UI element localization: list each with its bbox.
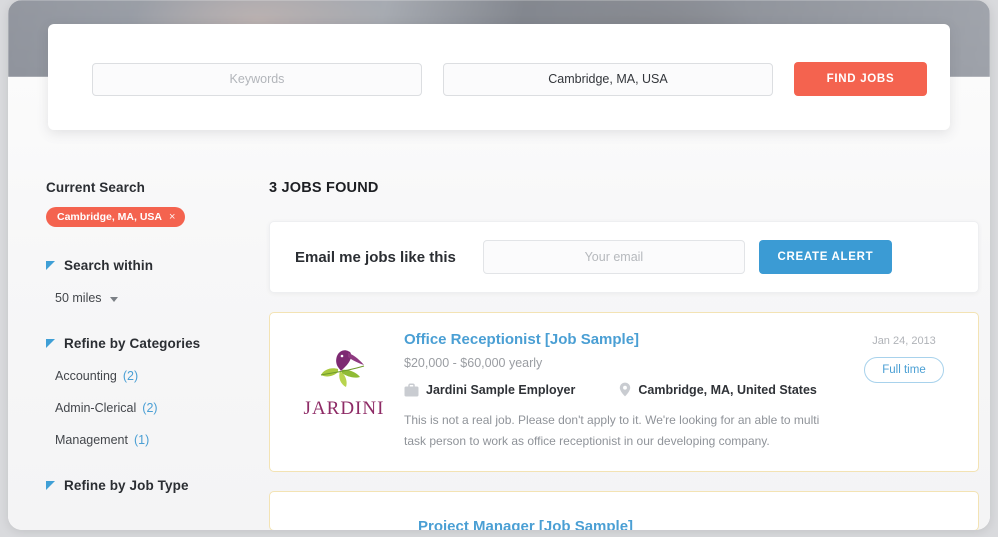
search-within-distance-value: 50 miles bbox=[55, 291, 102, 305]
current-search-tag-label: Cambridge, MA, USA bbox=[57, 211, 163, 223]
search-within-section: Search within 50 miles bbox=[46, 258, 251, 305]
job-description: This is not a real job. Please don't app… bbox=[404, 413, 820, 448]
job-posted-date: Jan 24, 2013 bbox=[872, 335, 936, 347]
job-location: Cambridge, MA, United States bbox=[619, 382, 817, 397]
category-count: (2) bbox=[122, 369, 139, 383]
map-pin-icon bbox=[620, 382, 631, 397]
triangle-collapse-icon[interactable] bbox=[46, 261, 55, 270]
job-meta-row: Jardini Sample Employer Cambridge, MA, U… bbox=[404, 382, 958, 397]
job-employer-name: Jardini Sample Employer bbox=[426, 382, 576, 397]
search-within-header[interactable]: Search within bbox=[46, 258, 251, 273]
triangle-collapse-icon[interactable] bbox=[46, 481, 55, 490]
page-title: 3 JOBS FOUND bbox=[269, 180, 379, 196]
create-alert-button[interactable]: CREATE ALERT bbox=[758, 240, 892, 274]
job-alert-label: Email me jobs like this bbox=[295, 248, 456, 266]
page-frame: Keywords Cambridge, MA, USA FIND JOBS Cu… bbox=[8, 0, 990, 530]
job-listing-card-next[interactable]: Project Manager [Job Sample] bbox=[269, 491, 979, 530]
refine-by-categories-title: Refine by Categories bbox=[64, 336, 201, 351]
job-alert-box: Email me jobs like this Your email CREAT… bbox=[269, 221, 979, 293]
refine-by-job-type-header[interactable]: Refine by Job Type bbox=[46, 478, 251, 493]
category-label: Admin-Clerical bbox=[55, 401, 137, 415]
refine-by-job-type-title: Refine by Job Type bbox=[64, 478, 189, 493]
search-row: Keywords Cambridge, MA, USA FIND JOBS bbox=[48, 62, 950, 96]
search-within-distance-select[interactable]: 50 miles bbox=[55, 291, 251, 305]
status-badge: Full time bbox=[864, 357, 944, 383]
jardini-bird-leaf-icon bbox=[320, 350, 365, 387]
employer-logo: JARDINI bbox=[290, 331, 398, 451]
job-listing-card[interactable]: JARDINI Office Receptionist [Job Sample]… bbox=[269, 312, 979, 473]
keywords-input[interactable]: Keywords bbox=[92, 62, 422, 96]
category-count: (1) bbox=[133, 433, 150, 447]
search-within-title: Search within bbox=[64, 258, 154, 273]
current-search-tag[interactable]: Cambridge, MA, USA × bbox=[46, 207, 186, 227]
triangle-collapse-icon[interactable] bbox=[46, 339, 55, 348]
category-label: Accounting bbox=[55, 369, 117, 383]
close-icon[interactable]: × bbox=[169, 211, 175, 223]
job-employer: Jardini Sample Employer bbox=[404, 383, 575, 397]
employer-logo-text: JARDINI bbox=[303, 398, 385, 419]
refine-by-job-type-section: Refine by Job Type bbox=[46, 478, 251, 493]
sidebar-item-accounting[interactable]: Accounting (2) bbox=[55, 369, 251, 383]
sidebar-item-management[interactable]: Management (1) bbox=[55, 433, 251, 447]
location-input[interactable]: Cambridge, MA, USA bbox=[443, 62, 773, 96]
refine-by-categories-header[interactable]: Refine by Categories bbox=[46, 336, 251, 351]
chevron-down-icon[interactable] bbox=[109, 296, 118, 302]
job-location-name: Cambridge, MA, United States bbox=[638, 382, 817, 397]
email-field[interactable]: Your email bbox=[482, 240, 745, 274]
filters-sidebar: Current Search Cambridge, MA, USA × Sear… bbox=[46, 180, 251, 493]
find-jobs-button[interactable]: FIND JOBS bbox=[794, 62, 927, 96]
job-card-side: Jan 24, 2013 Full time bbox=[852, 335, 956, 383]
refine-by-categories-section: Refine by Categories Accounting (2) Admi… bbox=[46, 336, 251, 447]
sidebar-item-admin-clerical[interactable]: Admin-Clerical (2) bbox=[55, 401, 251, 415]
briefcase-icon bbox=[404, 383, 419, 396]
category-count: (2) bbox=[142, 401, 158, 415]
category-label: Management bbox=[55, 433, 128, 447]
job-title-link[interactable]: Project Manager [Job Sample] bbox=[418, 518, 633, 530]
search-card: Keywords Cambridge, MA, USA FIND JOBS bbox=[48, 24, 950, 130]
results-main: 3 JOBS FOUND Email me jobs like this You… bbox=[269, 180, 979, 530]
current-search-title: Current Search bbox=[46, 180, 145, 195]
